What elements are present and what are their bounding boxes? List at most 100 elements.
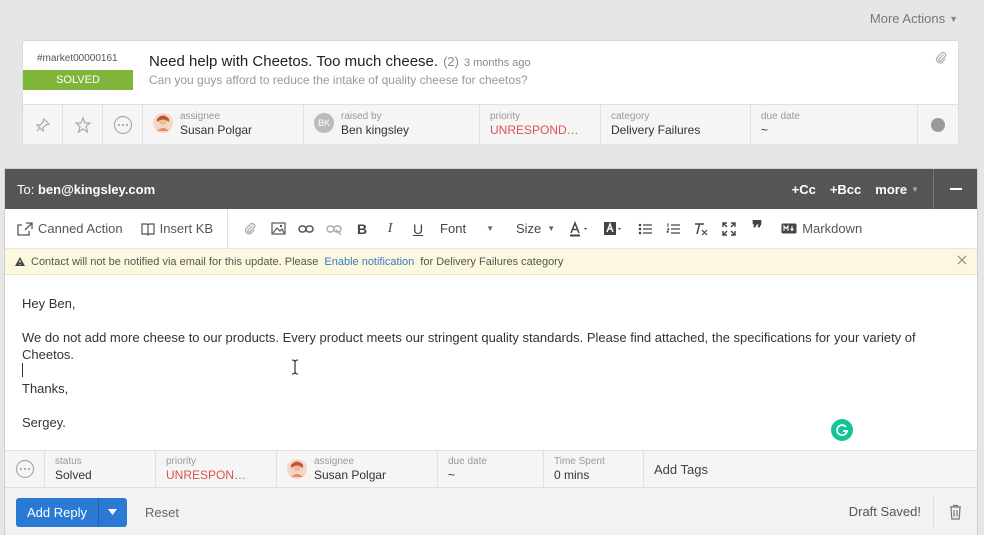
ticket-meta-row: assignee Susan Polgar BK raised by Ben k… [23, 104, 958, 144]
category-field[interactable]: category Delivery Failures [601, 105, 751, 144]
bullet-list-icon [638, 223, 652, 234]
more-label: more [875, 181, 908, 197]
attach-button[interactable] [236, 209, 264, 249]
more-options-button[interactable] [103, 105, 143, 144]
add-reply-dropdown-button[interactable] [97, 497, 127, 527]
paperclip-icon [245, 222, 256, 234]
raised-by-field[interactable]: BK raised by Ben kingsley [304, 105, 480, 144]
highlight-color-button[interactable] [597, 209, 631, 249]
priority-field[interactable]: priority UNRESPON… [156, 451, 277, 487]
markdown-icon [781, 223, 797, 234]
status-badge: SOLVED [23, 70, 133, 90]
notification-warning: Contact will not be notified via email f… [5, 249, 977, 275]
reply-body-textarea[interactable]: Hey Ben, We do not add more cheese to ou… [5, 275, 977, 450]
fullscreen-button[interactable] [715, 209, 743, 249]
more-menu-button[interactable]: more ▼ [875, 182, 919, 197]
clear-formatting-button[interactable] [687, 209, 715, 249]
pin-button[interactable] [23, 105, 63, 144]
italic-button[interactable]: I [376, 209, 404, 249]
paperclip-icon[interactable] [934, 51, 948, 65]
reply-header: To: ben@kingsley.com +Cc +Bcc more ▼ [5, 169, 977, 209]
enable-notification-link[interactable]: Enable notification [324, 256, 414, 268]
status-field[interactable]: status Solved [45, 451, 156, 487]
chevron-down-icon: ▼ [486, 224, 494, 233]
ticket-time: 3 months ago [463, 57, 531, 69]
unlink-button[interactable] [320, 209, 348, 249]
markdown-button[interactable]: Markdown [775, 209, 868, 248]
canned-action-button[interactable]: Canned Action [5, 209, 129, 248]
font-dropdown[interactable]: Font ▼ [432, 221, 502, 236]
minimize-button[interactable] [933, 169, 977, 209]
close-icon[interactable] [957, 255, 967, 265]
expand-icon [722, 221, 736, 236]
priority-field[interactable]: priority UNRESPOND… [480, 105, 601, 144]
bullet-list-button[interactable] [631, 209, 659, 249]
reset-button[interactable]: Reset [145, 505, 179, 520]
priority-label: priority [490, 111, 521, 122]
reply-to[interactable]: To: ben@kingsley.com [17, 182, 155, 197]
time-spent-field[interactable]: Time Spent 0 mins [544, 451, 644, 487]
status-dot-button[interactable] [918, 105, 958, 144]
insert-link-button[interactable] [292, 209, 320, 249]
grammarly-button[interactable] [831, 419, 853, 441]
due-date-value: ~ [761, 123, 769, 137]
blockquote-button[interactable]: ❞ [743, 209, 771, 249]
text-color-button[interactable] [563, 209, 597, 249]
due-date-field[interactable]: due date ~ [438, 451, 544, 487]
text-caret [22, 363, 23, 377]
ibeam-cursor-icon [291, 359, 299, 375]
insert-image-button[interactable] [264, 209, 292, 249]
numbered-list-button[interactable] [659, 209, 687, 249]
body-signature: Sergey. [22, 415, 66, 430]
insert-kb-label: Insert KB [159, 221, 214, 236]
add-bcc-button[interactable]: +Bcc [830, 182, 861, 197]
size-dropdown[interactable]: Size ▼ [508, 221, 563, 236]
due-date-label: due date [761, 111, 800, 122]
reply-header-actions: +Cc +Bcc more ▼ [792, 169, 977, 209]
size-label: Size [515, 221, 542, 236]
trash-icon [950, 504, 961, 520]
time-spent-value: 0 mins [554, 468, 590, 482]
ticket-description: Can you guys afford to reduce the intake… [149, 73, 528, 87]
priority-label: priority [166, 456, 197, 467]
star-icon [73, 115, 92, 133]
to-email: ben@kingsley.com [37, 181, 156, 197]
add-reply-button[interactable]: Add Reply [16, 497, 98, 527]
due-date-field[interactable]: due date ~ [751, 105, 918, 144]
body-paragraph: We do not add more cheese to our product… [22, 330, 916, 362]
more-options-button[interactable] [5, 451, 45, 487]
to-prefix: To: [17, 181, 35, 197]
toolbar-divider [227, 208, 229, 249]
reply-properties-row: status Solved priority UNRESPON… assigne… [5, 450, 977, 488]
chevron-down-icon [108, 509, 118, 515]
category-value: Delivery Failures [611, 123, 701, 137]
canned-action-label: Canned Action [38, 221, 123, 236]
assignee-field[interactable]: assignee Susan Polgar [277, 451, 438, 487]
unlink-icon [326, 224, 342, 235]
add-tags-input[interactable]: Add Tags [644, 451, 977, 487]
share-icon [17, 221, 33, 236]
notice-text-before: Contact will not be notified via email f… [31, 255, 319, 268]
book-icon [140, 222, 155, 236]
highlight-icon [604, 221, 622, 235]
underline-button[interactable]: U [404, 209, 432, 249]
assignee-field[interactable]: assignee Susan Polgar [143, 105, 304, 144]
insert-kb-button[interactable]: Insert KB [135, 209, 219, 248]
avatar: BK [314, 113, 334, 133]
notice-text-after: for Delivery Failures category [420, 255, 564, 268]
star-button[interactable] [63, 105, 103, 144]
status-value: Solved [55, 468, 92, 482]
ticket-title[interactable]: Need help with Cheetos. Too much cheese. [149, 53, 438, 70]
bold-button[interactable]: B [348, 209, 376, 249]
discard-draft-button[interactable] [933, 496, 977, 528]
clear-format-icon [695, 222, 708, 235]
status-dot-icon [931, 117, 945, 132]
more-actions-menu[interactable]: More Actions ▼ [870, 11, 958, 26]
grammarly-icon [836, 424, 849, 436]
assignee-value: Susan Polgar [180, 123, 253, 137]
time-spent-label: Time Spent [554, 456, 605, 467]
chevron-down-icon: ▼ [949, 13, 958, 24]
ticket-id: #market00000161 [37, 53, 118, 64]
add-cc-button[interactable]: +Cc [792, 182, 816, 197]
more-actions-label: More Actions [869, 11, 946, 26]
